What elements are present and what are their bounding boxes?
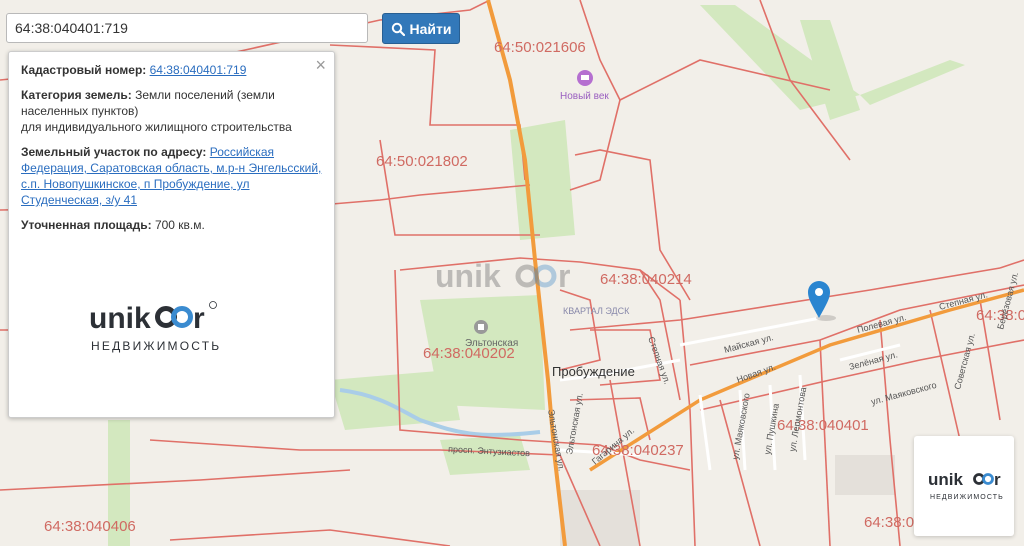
- area-value: 700 кв.м.: [154, 218, 205, 232]
- parcel-info-panel: × Кадастровый номер: 64:38:040401:719 Ка…: [8, 51, 335, 418]
- svg-text:unik: unik: [435, 258, 501, 294]
- area-label: Уточненная площадь:: [21, 218, 152, 232]
- cadastral-label: 64:38:040406: [44, 518, 136, 535]
- corner-logo-tagline: НЕДВИЖИМОСТЬ: [930, 494, 1004, 501]
- svg-text:unik: unik: [928, 470, 963, 489]
- search-icon: [391, 22, 405, 36]
- cadastral-label: 64:38:040214: [600, 271, 692, 288]
- village-label: Пробуждение: [552, 364, 635, 379]
- category-row: Категория земель: Земли поселений (земли…: [21, 87, 322, 135]
- svg-text:r: r: [558, 258, 570, 294]
- address-row: Земельный участок по адресу: Российская …: [21, 144, 322, 208]
- area-row: Уточненная площадь: 700 кв.м.: [21, 217, 322, 233]
- school-icon: [474, 320, 488, 334]
- close-icon[interactable]: ×: [315, 56, 326, 74]
- cadastral-label: Кадастровый номер:: [21, 63, 147, 77]
- cadastral-link[interactable]: 64:38:040401:719: [150, 63, 247, 77]
- category-use: для индивидуального жилищного строительс…: [21, 120, 292, 134]
- category-label: Категория земель:: [21, 88, 132, 102]
- unikor-logo: unik r НЕДВИЖИМОСТЬ: [89, 301, 221, 353]
- hotel-label: Новый век: [560, 91, 609, 102]
- search-button-label: Найти: [409, 20, 452, 37]
- hotel-icon: [577, 70, 593, 86]
- svg-text:r: r: [994, 470, 1001, 489]
- search-button[interactable]: Найти: [382, 13, 460, 44]
- cadastral-row: Кадастровый номер: 64:38:040401:719: [21, 62, 322, 78]
- corner-unikor-logo: unik r НЕДВИЖИМОСТЬ: [914, 436, 1014, 536]
- school-label: Эльтонская: [465, 338, 518, 349]
- logo-tagline: НЕДВИЖИМОСТЬ: [91, 339, 221, 353]
- quarter-label: КВАРТАЛ ЭДСК: [563, 306, 630, 316]
- address-label: Земельный участок по адресу:: [21, 145, 207, 159]
- svg-text:unik: unik: [89, 302, 151, 335]
- svg-text:r: r: [193, 302, 205, 335]
- cadastral-search-input[interactable]: [6, 13, 368, 43]
- cadastral-label: 64:50:021606: [494, 39, 586, 56]
- cadastral-label: 64:50:021802: [376, 153, 468, 170]
